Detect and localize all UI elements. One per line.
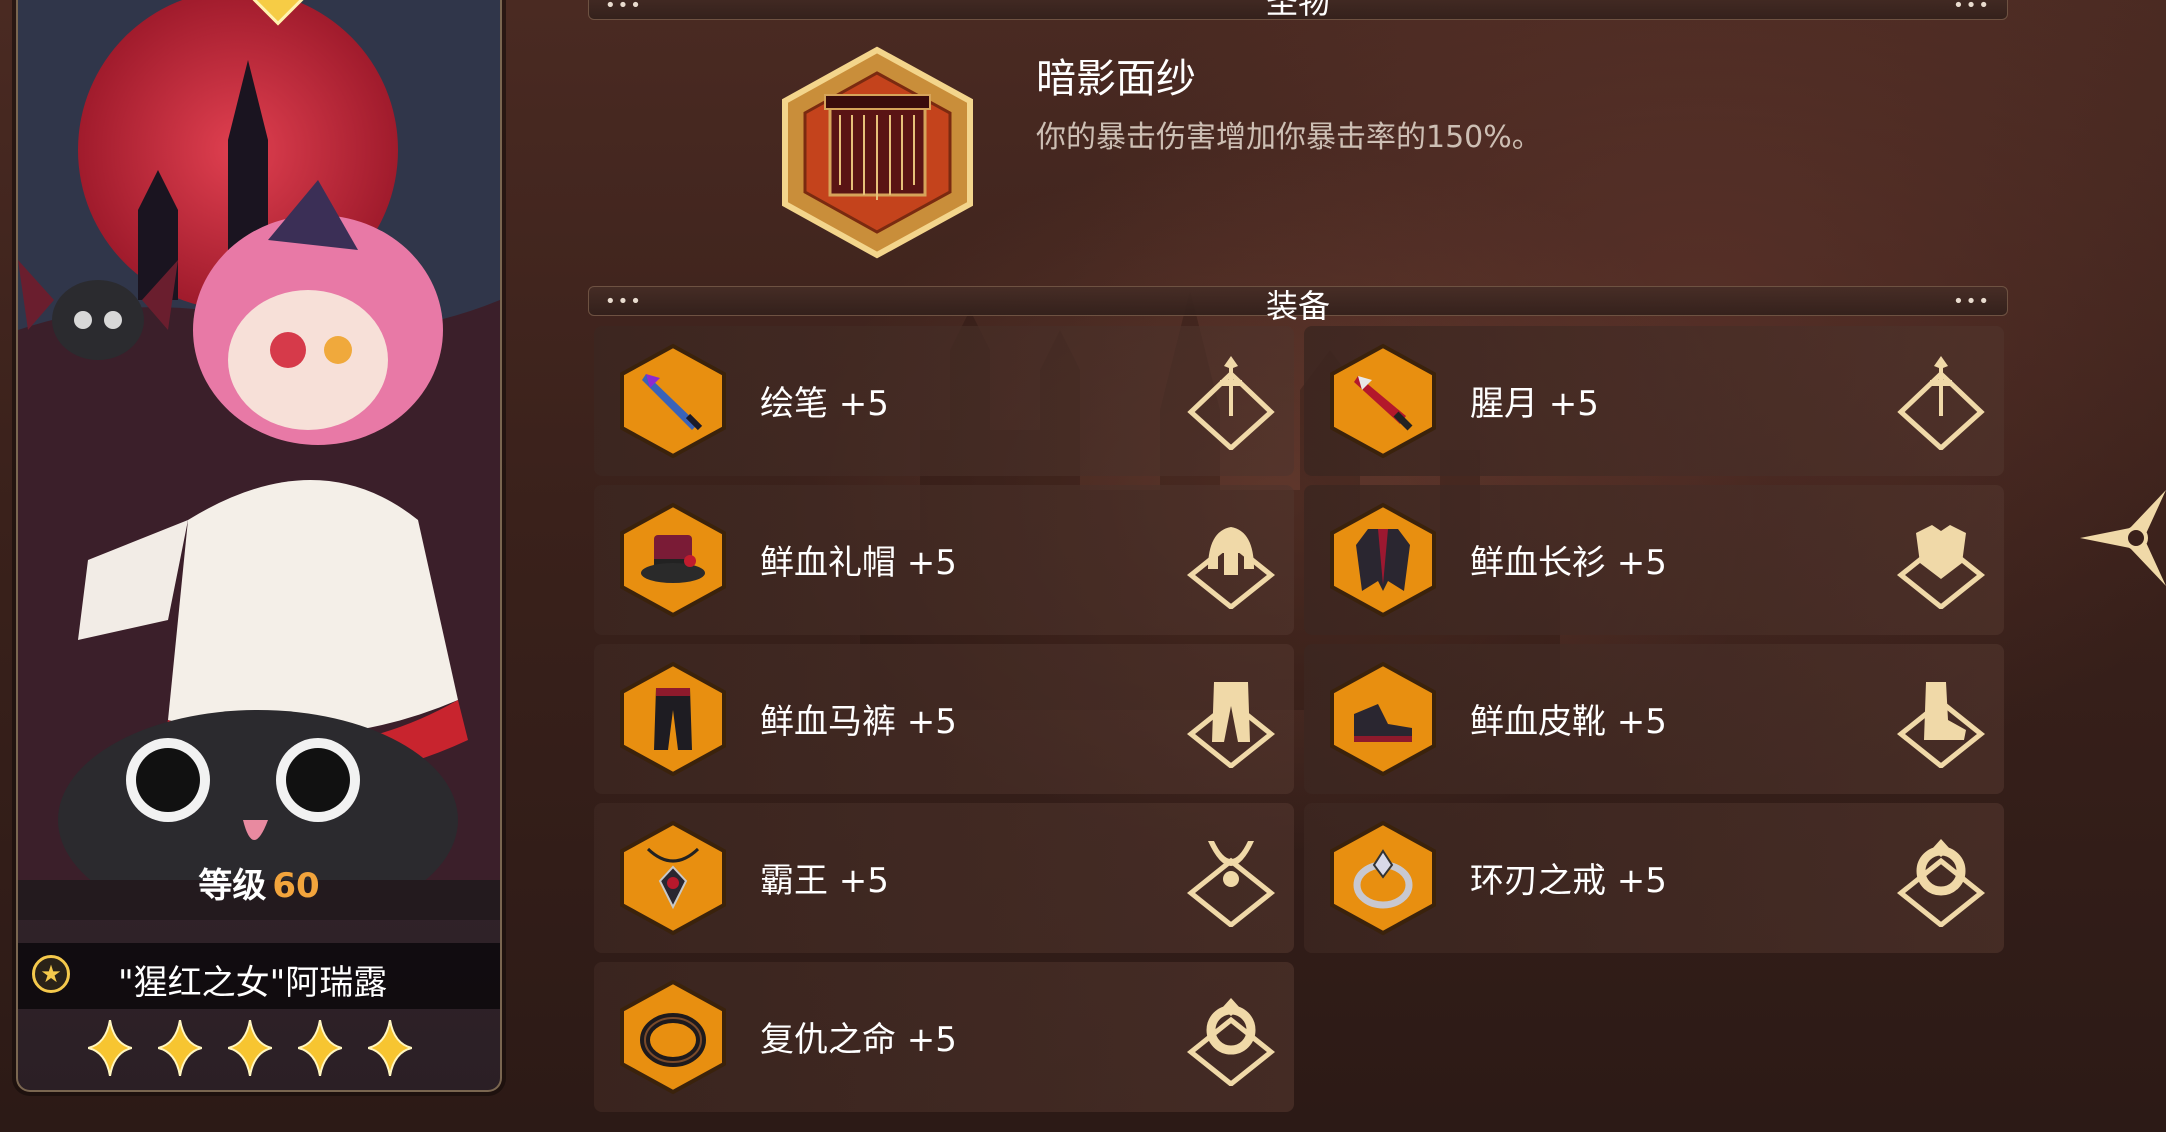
item-name: 鲜血长衫 +5 <box>1470 543 1667 583</box>
ring-slot-icon <box>1896 839 1986 927</box>
star-rating <box>88 1020 412 1076</box>
leather-boots-icon <box>1354 704 1412 742</box>
relic-description: 你的暴击伤害增加你暴击率的150%。 <box>1036 120 1542 155</box>
equipment-section-title: 装备 <box>1265 287 1330 325</box>
hero-name: "猩红之女"阿瑞露 <box>118 963 388 1003</box>
pants-slot-icon <box>1186 682 1276 768</box>
dark-ring-icon <box>640 1013 706 1067</box>
item-name: 环刃之戒 +5 <box>1470 861 1667 901</box>
top-hat-icon <box>641 535 705 583</box>
pendant-icon <box>646 847 700 910</box>
equipment-slot-weapon[interactable]: 绘笔 +5 <box>594 326 1294 476</box>
ring-slot-icon <box>1186 998 1276 1086</box>
character-card[interactable]: 等级 60 ★ "猩红之女"阿瑞露 <box>16 0 502 1092</box>
item-name: 腥月 +5 <box>1470 384 1599 424</box>
item-name: 鲜血皮靴 +5 <box>1470 702 1667 742</box>
level-label: 等级 <box>198 866 267 906</box>
star-icon <box>368 1020 412 1076</box>
item-frame <box>1324 660 1442 778</box>
relic-icon[interactable] <box>770 45 985 260</box>
hero-name-bar: ★ "猩红之女"阿瑞露 <box>18 943 500 1009</box>
armor-slot-icon <box>1896 525 1986 609</box>
item-frame <box>614 501 732 619</box>
weapon-slot-icon <box>1897 356 1985 450</box>
long-coat-icon <box>1356 529 1410 591</box>
paintbrush-icon <box>642 374 703 431</box>
helmet-slot-icon <box>1186 527 1276 609</box>
level-value: 60 <box>272 866 320 906</box>
relic-name: 暗影面纱 <box>1036 56 1196 102</box>
breeches-icon <box>654 688 692 750</box>
equipment-slot-ring[interactable]: 环刃之戒 +5 <box>1304 803 2004 953</box>
equipment-slot-boots[interactable]: 鲜血皮靴 +5 <box>1304 644 2004 794</box>
crimson-dagger-icon <box>1354 376 1413 431</box>
item-frame <box>1324 819 1442 937</box>
item-frame <box>614 978 732 1096</box>
decor-dots: ••• <box>1953 0 1991 16</box>
item-frame <box>614 342 732 460</box>
item-frame <box>614 819 732 937</box>
necklace-slot-icon <box>1186 841 1276 927</box>
item-name: 绘笔 +5 <box>760 384 889 424</box>
equipment-slot-pants[interactable]: 鲜血马裤 +5 <box>594 644 1294 794</box>
item-name: 复仇之命 +5 <box>760 1020 957 1060</box>
character-portrait <box>18 0 500 920</box>
equipment-slot-armor[interactable]: 鲜血长衫 +5 <box>1304 485 2004 635</box>
equipment-slot-ring[interactable]: 复仇之命 +5 <box>594 962 1294 1112</box>
item-frame <box>1324 342 1442 460</box>
weapon-slot-icon <box>1187 356 1275 450</box>
item-frame <box>614 660 732 778</box>
star-icon <box>228 1020 272 1076</box>
relic-section-title: 圣物 <box>1265 0 1330 21</box>
item-name: 霸王 +5 <box>760 861 889 901</box>
star-icon <box>298 1020 342 1076</box>
star-badge-icon: ★ <box>32 955 70 993</box>
item-name: 鲜血礼帽 +5 <box>760 543 957 583</box>
star-icon <box>88 1020 132 1076</box>
relic-section-header: ••• 圣物 ••• <box>588 0 2008 21</box>
equipment-slot-weapon[interactable]: 腥月 +5 <box>1304 326 2004 476</box>
item-name: 鲜血马裤 +5 <box>760 702 957 742</box>
equipment-slot-necklace[interactable]: 霸王 +5 <box>594 803 1294 953</box>
boots-slot-icon <box>1896 682 1986 768</box>
equipment-section-header: ••• 装备 ••• <box>588 286 2008 325</box>
item-frame <box>1324 501 1442 619</box>
equipment-slot-helmet[interactable]: 鲜血礼帽 +5 <box>594 485 1294 635</box>
star-icon <box>158 1020 202 1076</box>
blade-ring-icon <box>1353 849 1413 909</box>
level-display: 等级 60 <box>18 858 500 907</box>
next-arrow-icon[interactable] <box>2080 490 2166 586</box>
decor-dots: ••• <box>1953 291 1991 312</box>
